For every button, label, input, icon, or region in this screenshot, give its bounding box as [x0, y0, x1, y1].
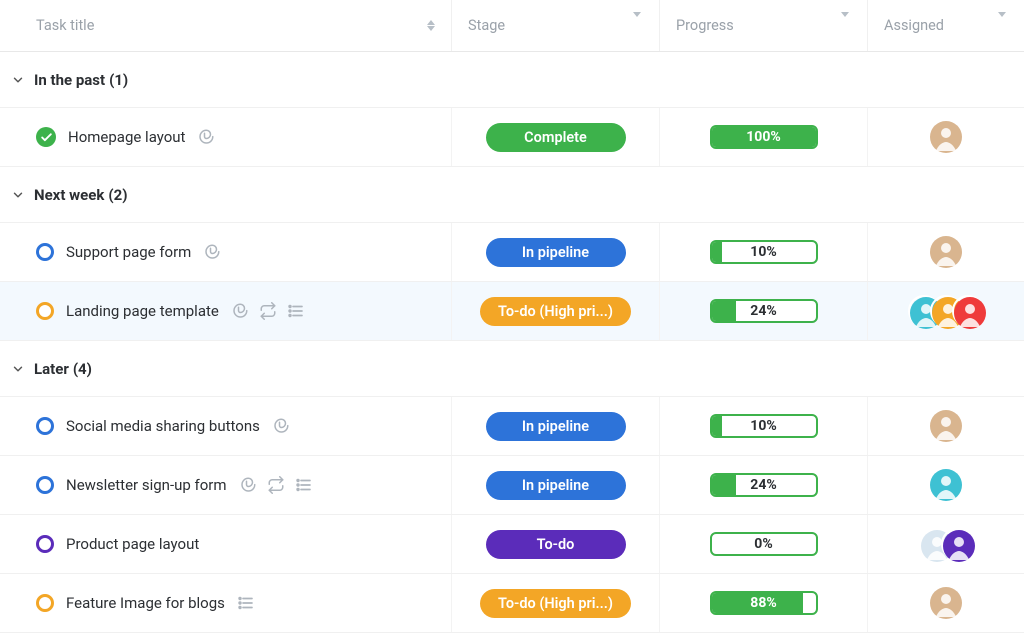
- progress-bar[interactable]: 88%: [710, 591, 818, 615]
- status-ring-icon[interactable]: [36, 302, 54, 320]
- chevron-down-icon[interactable]: [998, 17, 1006, 34]
- progress-label: 10%: [712, 242, 816, 262]
- avatar-stack[interactable]: [908, 295, 984, 327]
- stage-pill[interactable]: To-do (High pri...): [480, 297, 631, 326]
- avatar[interactable]: [941, 528, 973, 560]
- progress-bar[interactable]: 100%: [710, 125, 818, 149]
- stage-label: Complete: [524, 129, 587, 146]
- task-row[interactable]: Landing page template To-do (High pri...)…: [0, 282, 1024, 341]
- stage-label: To-do (High pri...): [498, 303, 613, 320]
- column-header-stage[interactable]: Stage: [452, 0, 660, 51]
- group-label-text: Later: [34, 360, 69, 378]
- group-label-text: In the past: [34, 71, 105, 89]
- chevron-down-icon[interactable]: [8, 188, 28, 202]
- column-header-title[interactable]: Task title: [0, 0, 452, 51]
- status-ring-icon[interactable]: [36, 594, 54, 612]
- task-title: Product page layout: [66, 535, 199, 553]
- stage-label: To-do: [537, 536, 575, 553]
- stage-label: In pipeline: [522, 418, 589, 435]
- stage-pill[interactable]: To-do: [486, 530, 626, 559]
- chevron-down-icon[interactable]: [8, 73, 28, 87]
- status-ring-icon[interactable]: [36, 535, 54, 553]
- task-title: Newsletter sign-up form: [66, 476, 227, 494]
- stage-label: In pipeline: [522, 477, 589, 494]
- avatar[interactable]: [930, 236, 962, 268]
- stage-label: To-do (High pri...): [498, 595, 613, 612]
- attachment-icon[interactable]: [231, 302, 249, 320]
- column-header-label: Progress: [676, 17, 734, 34]
- column-header-progress[interactable]: Progress: [660, 0, 868, 51]
- avatar-stack[interactable]: [919, 528, 973, 560]
- status-ring-icon[interactable]: [36, 476, 54, 494]
- task-title: Landing page template: [66, 302, 219, 320]
- task-title: Feature Image for blogs: [66, 594, 225, 612]
- group-header[interactable]: Next week(2): [0, 167, 1024, 223]
- avatar[interactable]: [930, 410, 962, 442]
- subtasks-icon[interactable]: [287, 302, 305, 320]
- task-table: Task title Stage Progress Assigned In th…: [0, 0, 1024, 633]
- column-header-label: Task title: [36, 17, 94, 34]
- table-header: Task title Stage Progress Assigned: [0, 0, 1024, 52]
- group-header[interactable]: Later(4): [0, 341, 1024, 397]
- recurring-icon[interactable]: [259, 302, 277, 320]
- avatar[interactable]: [930, 587, 962, 619]
- progress-bar[interactable]: 10%: [710, 240, 818, 264]
- sort-icon[interactable]: [427, 20, 435, 31]
- task-row[interactable]: Feature Image for blogs To-do (High pri..…: [0, 574, 1024, 633]
- progress-bar[interactable]: 0%: [710, 532, 818, 556]
- progress-bar[interactable]: 24%: [710, 473, 818, 497]
- group-count: (2): [108, 186, 127, 204]
- stage-pill[interactable]: To-do (High pri...): [480, 589, 631, 618]
- group-count: (1): [109, 71, 128, 89]
- attachment-icon[interactable]: [239, 476, 257, 494]
- group-label-text: Next week: [34, 186, 104, 204]
- subtasks-icon[interactable]: [237, 594, 255, 612]
- chevron-down-icon[interactable]: [841, 17, 849, 34]
- task-row[interactable]: Newsletter sign-up form In pipeline 24%: [0, 456, 1024, 515]
- column-header-label: Assigned: [884, 17, 944, 34]
- progress-label: 24%: [712, 301, 816, 321]
- progress-label: 100%: [712, 127, 816, 147]
- subtasks-icon[interactable]: [295, 476, 313, 494]
- status-ring-icon[interactable]: [36, 243, 54, 261]
- status-ring-icon[interactable]: [36, 417, 54, 435]
- attachment-icon[interactable]: [197, 128, 215, 146]
- group-count: (4): [73, 360, 92, 378]
- task-row[interactable]: Homepage layout Complete 100%: [0, 108, 1024, 167]
- task-title: Social media sharing buttons: [66, 417, 260, 435]
- stage-pill[interactable]: In pipeline: [486, 412, 626, 441]
- attachment-icon[interactable]: [203, 243, 221, 261]
- task-row[interactable]: Product page layout To-do 0%: [0, 515, 1024, 574]
- attachment-icon[interactable]: [272, 417, 290, 435]
- task-row[interactable]: Social media sharing buttons In pipeline 1…: [0, 397, 1024, 456]
- column-header-label: Stage: [468, 17, 505, 34]
- progress-bar[interactable]: 10%: [710, 414, 818, 438]
- task-title: Homepage layout: [68, 128, 185, 146]
- avatar[interactable]: [930, 469, 962, 501]
- avatar[interactable]: [930, 121, 962, 153]
- chevron-down-icon[interactable]: [633, 17, 641, 34]
- column-header-assigned[interactable]: Assigned: [868, 0, 1024, 51]
- stage-label: In pipeline: [522, 244, 589, 261]
- stage-pill[interactable]: In pipeline: [486, 238, 626, 267]
- progress-label: 10%: [712, 416, 816, 436]
- progress-label: 88%: [712, 593, 816, 613]
- status-done-icon[interactable]: [36, 127, 56, 147]
- group-header[interactable]: In the past(1): [0, 52, 1024, 108]
- progress-label: 0%: [712, 534, 816, 554]
- progress-label: 24%: [712, 475, 816, 495]
- recurring-icon[interactable]: [267, 476, 285, 494]
- task-title: Support page form: [66, 243, 191, 261]
- avatar[interactable]: [952, 295, 984, 327]
- progress-bar[interactable]: 24%: [710, 299, 818, 323]
- stage-pill[interactable]: Complete: [486, 123, 626, 152]
- stage-pill[interactable]: In pipeline: [486, 471, 626, 500]
- task-row[interactable]: Support page form In pipeline 10%: [0, 223, 1024, 282]
- chevron-down-icon[interactable]: [8, 362, 28, 376]
